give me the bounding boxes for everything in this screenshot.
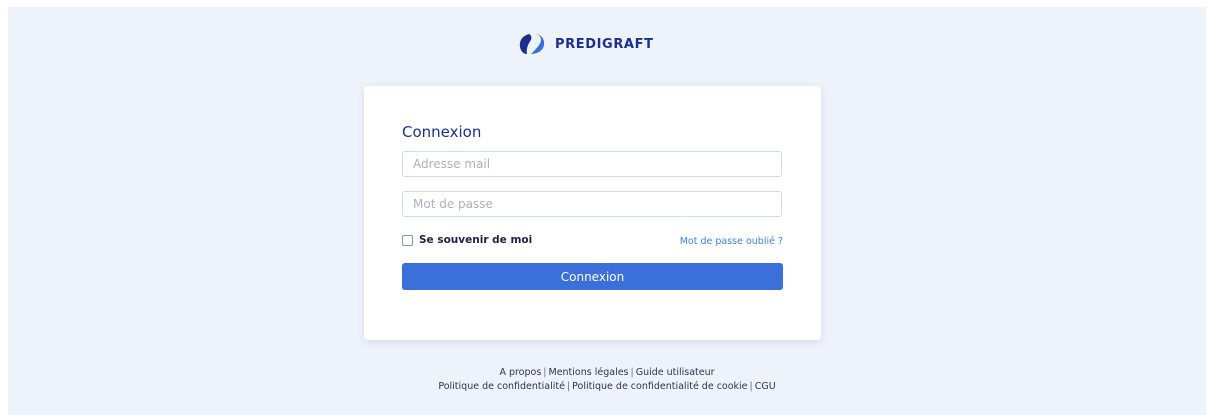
footer-links: A propos | Mentions légales | Guide utilisat… <box>8 366 1206 394</box>
footer-link-about[interactable]: A propos <box>499 367 541 378</box>
footer-link-user-guide[interactable]: Guide utilisateur <box>636 367 715 378</box>
brand-name: PREDIGRAFT <box>555 36 654 52</box>
email-input[interactable] <box>402 151 782 177</box>
footer-link-cookie-policy[interactable]: Politique de confidentialité de cookie <box>572 381 747 392</box>
page-background: PREDIGRAFT Connexion Se souvenir de moi … <box>8 7 1206 415</box>
remember-me[interactable]: Se souvenir de moi <box>402 234 532 246</box>
footer-row-1: A propos | Mentions légales | Guide utilisat… <box>8 366 1206 380</box>
footer-separator: | <box>543 367 547 378</box>
login-title: Connexion <box>402 123 482 141</box>
footer-link-legal[interactable]: Mentions légales <box>549 367 629 378</box>
footer-row-2: Politique de confidentialité | Politique d… <box>8 380 1206 394</box>
footer-link-privacy[interactable]: Politique de confidentialité <box>438 381 565 392</box>
login-button[interactable]: Connexion <box>402 263 783 290</box>
password-input[interactable] <box>402 191 782 217</box>
remember-me-checkbox[interactable] <box>402 234 413 246</box>
footer-link-terms[interactable]: CGU <box>755 381 776 392</box>
forgot-password-link[interactable]: Mot de passe oublié ? <box>680 236 783 247</box>
login-card: Connexion Se souvenir de moi Mot de pass… <box>364 86 821 340</box>
logo-icon <box>519 34 545 54</box>
brand-logo: PREDIGRAFT <box>517 33 654 55</box>
footer-separator: | <box>630 367 634 378</box>
remember-me-label: Se souvenir de moi <box>419 234 533 246</box>
footer-separator: | <box>749 381 753 392</box>
